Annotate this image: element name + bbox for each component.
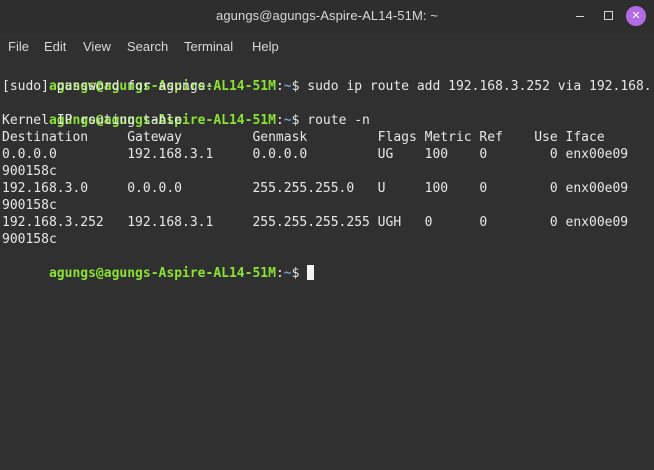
- menu-bar: File Edit View Search Terminal Help: [0, 33, 654, 60]
- terminal-window: agungs@agungs-Aspire-AL14-51M: ~ ✕ File …: [0, 0, 654, 470]
- terminal-line-sudo-password: [sudo] password for agungs:: [2, 79, 214, 94]
- routing-table-row: 0.0.0.0 192.168.3.1 0.0.0.0 UG 100 0 0 e…: [2, 147, 629, 162]
- close-button[interactable]: ✕: [626, 6, 646, 26]
- prompt-user: agungs@agungs-Aspire-AL14-51M: [48, 266, 276, 281]
- text-cursor: [307, 265, 315, 280]
- menu-search[interactable]: Search: [127, 39, 168, 54]
- maximize-button[interactable]: [599, 6, 619, 26]
- prompt-path: ~: [283, 113, 292, 128]
- prompt-path: ~: [283, 266, 292, 281]
- routing-table-row: 192.168.3.0 0.0.0.0 255.255.255.0 U 100 …: [2, 181, 629, 196]
- terminal-scrollbar[interactable]: [650, 60, 654, 470]
- minimize-button[interactable]: [571, 6, 591, 26]
- prompt-separator: :: [275, 79, 284, 94]
- window-title: agungs@agungs-Aspire-AL14-51M: ~: [216, 8, 438, 23]
- terminal-output[interactable]: agungs@agungs-Aspire-AL14-51M:~$ sudo ip…: [0, 60, 654, 470]
- prompt-separator: :: [275, 266, 284, 281]
- command-text: $ sudo ip route add 192.168.3.252 via 19…: [291, 79, 654, 94]
- menu-help[interactable]: Help: [252, 39, 279, 54]
- routing-table-row: 192.168.3.252 192.168.3.1 255.255.255.25…: [2, 215, 629, 230]
- menu-file[interactable]: File: [8, 39, 29, 54]
- close-icon: ✕: [631, 9, 641, 22]
- prompt-path: ~: [283, 79, 292, 94]
- menu-view[interactable]: View: [83, 39, 111, 54]
- command-text: $: [291, 266, 308, 281]
- terminal-line-routing-title: Kernel IP routing table: [2, 113, 183, 128]
- menu-terminal[interactable]: Terminal: [184, 39, 233, 54]
- maximize-icon: [604, 11, 613, 20]
- routing-table-row-wrap: 900158c: [2, 198, 57, 213]
- command-text: $ route -n: [291, 113, 370, 128]
- routing-table-row-wrap: 900158c: [2, 164, 57, 179]
- routing-table-header: Destination Gateway Genmask Flags Metric…: [2, 130, 605, 145]
- routing-table-row-wrap: 900158c: [2, 232, 57, 247]
- terminal-line-current-prompt: agungs@agungs-Aspire-AL14-51M:~$: [2, 248, 315, 299]
- prompt-separator: :: [275, 113, 284, 128]
- menu-edit[interactable]: Edit: [44, 39, 66, 54]
- title-bar[interactable]: agungs@agungs-Aspire-AL14-51M: ~ ✕: [0, 0, 654, 33]
- minimize-icon: [576, 16, 584, 17]
